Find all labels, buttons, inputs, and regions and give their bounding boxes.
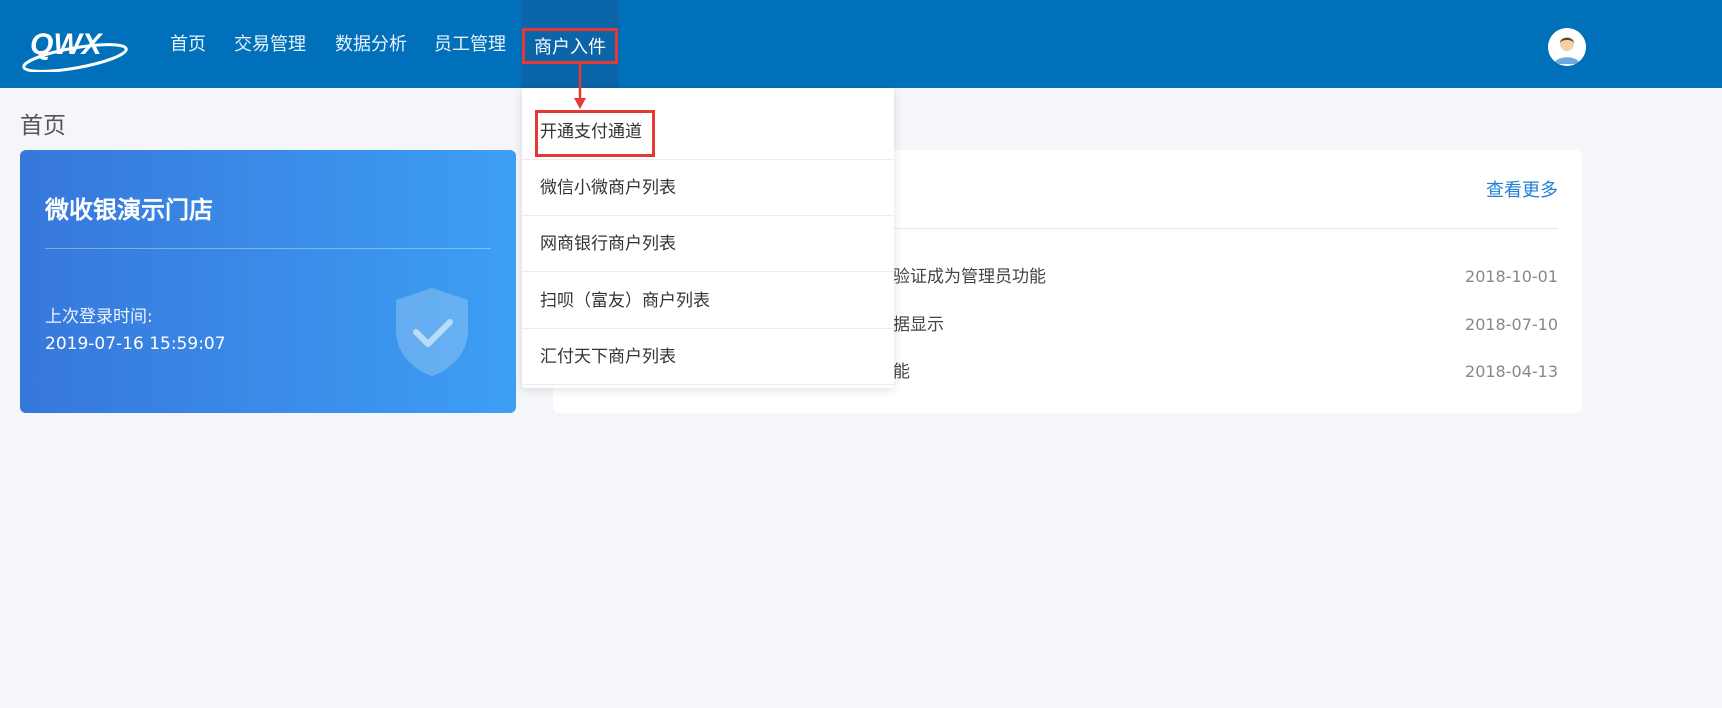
last-login-label: 上次登录时间:: [45, 307, 153, 327]
store-divider: [45, 248, 491, 249]
dropdown-item-wechat-micro-merchants[interactable]: 微信小微商户列表: [522, 160, 894, 216]
view-more-link[interactable]: 查看更多: [1486, 176, 1558, 202]
annotation-arrow-icon: [574, 64, 586, 109]
notice-date: 2018-10-01: [1465, 267, 1558, 286]
avatar-icon: [1548, 28, 1586, 66]
dropdown-item-saobei-merchants[interactable]: 扫呗（富友）商户列表: [522, 273, 894, 329]
notice-title: 能: [893, 362, 910, 382]
nav-home[interactable]: 首页: [170, 30, 206, 60]
annotation-highlight-box: [535, 110, 655, 157]
store-card: 微收银演示门店 上次登录时间: 2019-07-16 15:59:07: [20, 150, 516, 413]
notice-date: 2018-07-10: [1465, 315, 1558, 334]
notice-date: 2018-04-13: [1465, 362, 1558, 381]
store-name: 微收银演示门店: [45, 196, 213, 224]
notice-title: 据显示: [893, 315, 944, 335]
top-navigation-bar: QWX 首页 交易管理 数据分析 员工管理 商户入件: [0, 0, 1722, 88]
page-title: 首页: [20, 113, 66, 139]
nav-data-analysis[interactable]: 数据分析: [335, 30, 407, 60]
qwx-logo[interactable]: QWX: [20, 20, 130, 72]
shield-check-icon: [396, 288, 468, 376]
dropdown-item-huifu-merchants[interactable]: 汇付天下商户列表: [522, 329, 894, 385]
nav-staff[interactable]: 员工管理: [434, 30, 506, 60]
dropdown-item-mybank-merchants[interactable]: 网商银行商户列表: [522, 216, 894, 272]
nav-transactions[interactable]: 交易管理: [234, 30, 306, 60]
nav-merchant-onboarding[interactable]: 商户入件: [522, 28, 618, 64]
user-avatar[interactable]: [1548, 28, 1586, 66]
last-login-time: 2019-07-16 15:59:07: [45, 334, 226, 354]
notice-title: 验证成为管理员功能: [893, 267, 1046, 287]
logo-text: QWX: [30, 28, 104, 61]
